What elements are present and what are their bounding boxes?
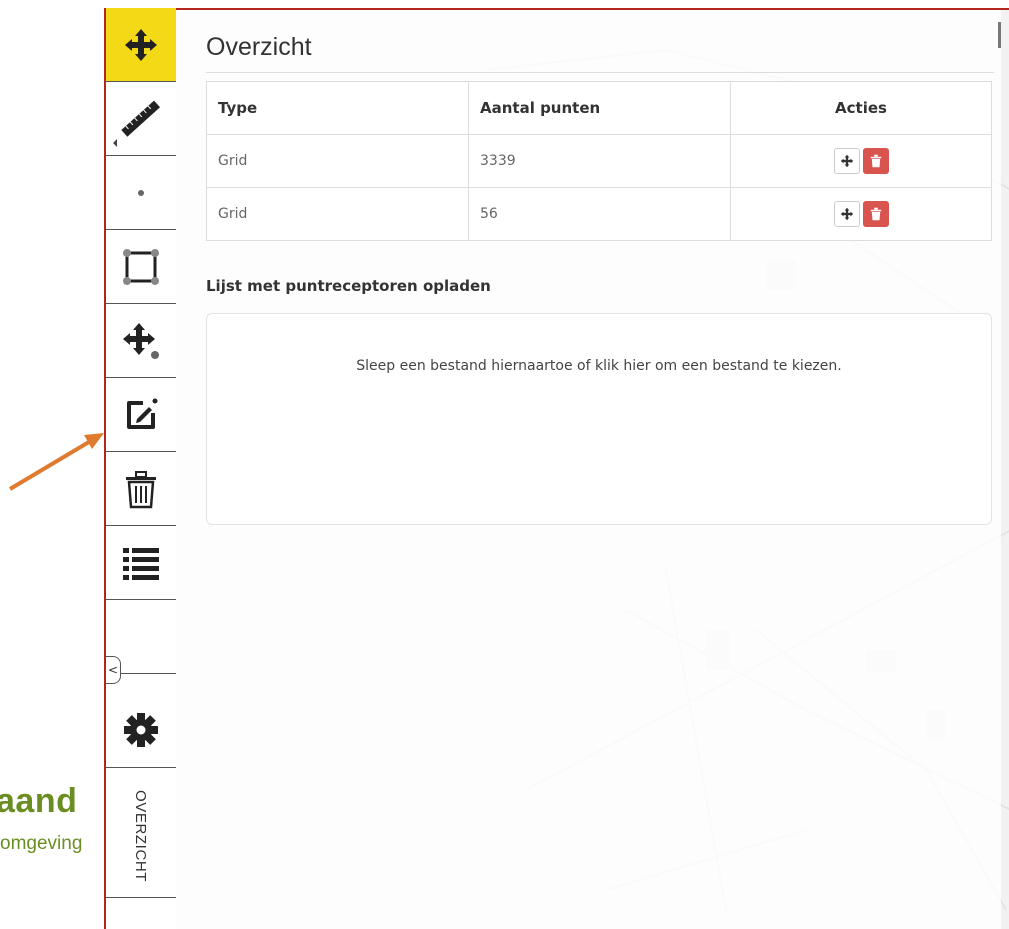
delete-button[interactable] <box>862 148 889 174</box>
move-icon <box>840 154 853 168</box>
point-icon <box>138 189 144 196</box>
file-dropzone[interactable]: Sleep een bestand hiernaartoe of klik hi… <box>206 313 992 525</box>
panel-scrollbar[interactable] <box>998 22 1001 48</box>
tool-list[interactable] <box>106 526 176 600</box>
tool-rectangle[interactable] <box>106 230 176 304</box>
tool-pan[interactable] <box>106 8 176 82</box>
edit-icon <box>127 398 158 429</box>
cell-actions <box>730 134 992 188</box>
overview-panel: Overzicht Type Aantal punten Acties Grid… <box>176 10 1001 929</box>
tool-settings[interactable] <box>106 692 176 768</box>
logo-area: aand omgeving <box>0 0 104 929</box>
annotation-arrow-icon <box>8 433 104 491</box>
collapse-toolbar-button[interactable]: < <box>106 656 121 684</box>
zoom-to-button[interactable] <box>833 148 860 174</box>
move-point-icon <box>123 322 159 359</box>
tool-delete[interactable] <box>106 452 176 526</box>
trash-icon <box>870 207 881 221</box>
page-title: Overzicht <box>206 30 994 73</box>
move-icon <box>840 207 853 221</box>
table-header-row: Type Aantal punten Acties <box>206 81 992 135</box>
polygon-icon <box>123 248 159 285</box>
ruler-icon <box>121 100 161 137</box>
move-icon <box>125 28 157 61</box>
tool-edit[interactable] <box>106 378 176 452</box>
table-row: Grid 56 <box>206 187 992 241</box>
trash-icon <box>870 154 881 168</box>
tool-point[interactable] <box>106 156 176 230</box>
column-header-type[interactable]: Type <box>206 81 469 135</box>
tab-overzicht-label: OVERZICHT <box>132 790 149 883</box>
cell-actions <box>730 187 992 241</box>
delete-button[interactable] <box>862 201 889 227</box>
receptor-table: Type Aantal punten Acties Grid 3339 Grid… <box>206 81 992 241</box>
table-row: Grid 3339 <box>206 134 992 188</box>
cell-points: 3339 <box>468 134 731 188</box>
column-header-points[interactable]: Aantal punten <box>468 81 731 135</box>
dropzone-text: Sleep een bestand hiernaartoe of klik hi… <box>356 358 842 374</box>
gear-icon <box>124 712 158 747</box>
tool-measure[interactable] <box>106 82 176 156</box>
cell-type: Grid <box>206 187 469 241</box>
upload-section-label: Lijst met puntreceptoren opladen <box>206 277 491 295</box>
tool-move-point[interactable] <box>106 304 176 378</box>
chevron-left-icon: < <box>107 663 119 677</box>
cell-points: 56 <box>468 187 731 241</box>
toolbar: < OVERZICHT <box>104 8 176 929</box>
column-header-actions: Acties <box>730 81 992 135</box>
trash-icon <box>126 470 156 508</box>
list-icon <box>123 547 159 580</box>
zoom-to-button[interactable] <box>833 201 860 227</box>
cell-type: Grid <box>206 134 469 188</box>
tab-overzicht[interactable]: OVERZICHT <box>106 768 176 898</box>
